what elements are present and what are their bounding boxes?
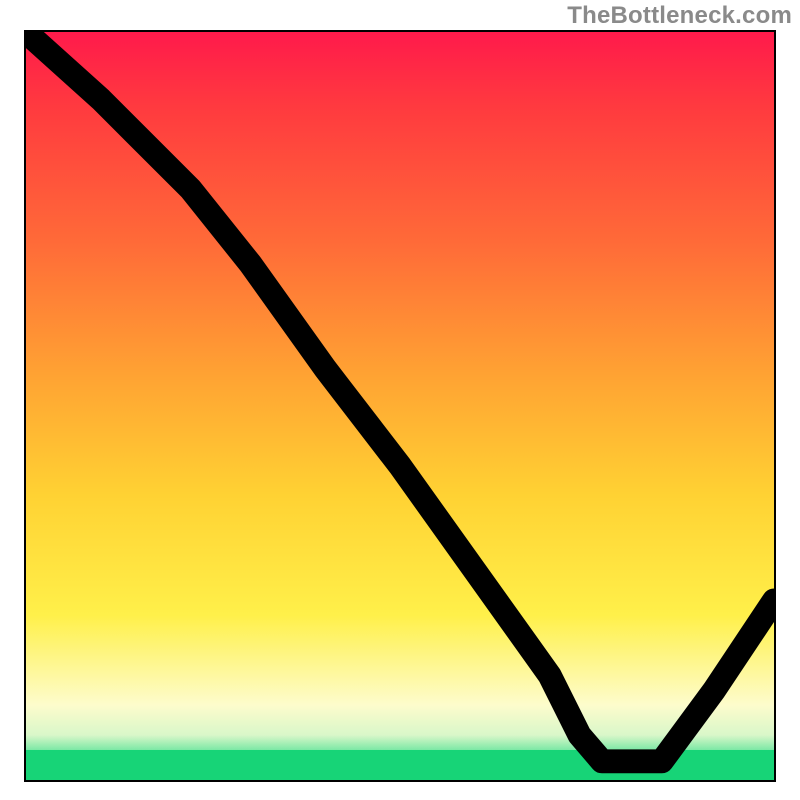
plot-area xyxy=(24,30,776,782)
curve-svg xyxy=(26,32,774,780)
bottleneck-curve xyxy=(26,32,774,761)
watermark-text: TheBottleneck.com xyxy=(567,2,792,30)
chart-stage: TheBottleneck.com xyxy=(0,0,800,800)
